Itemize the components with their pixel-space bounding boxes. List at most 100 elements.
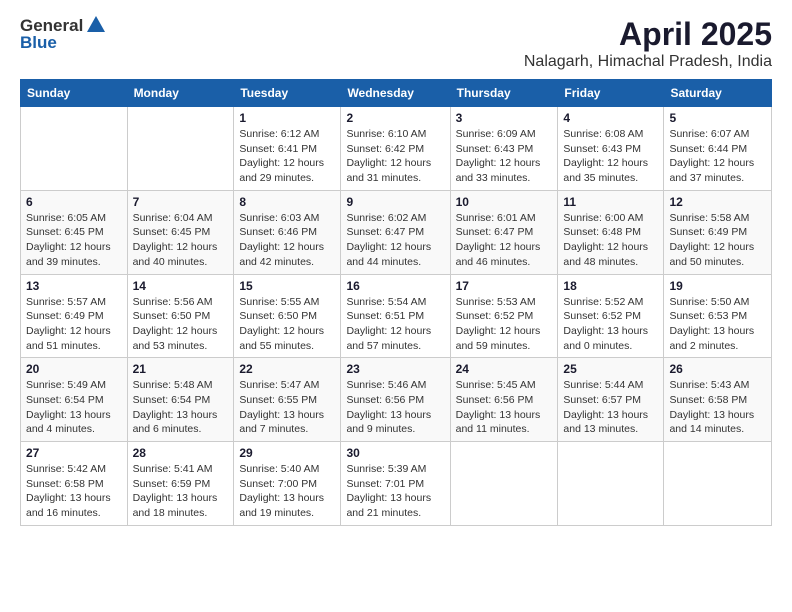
day-info: Sunrise: 5:58 AM Sunset: 6:49 PM Dayligh…	[669, 211, 766, 270]
calendar-week-row: 13 Sunrise: 5:57 AM Sunset: 6:49 PM Dayli…	[21, 274, 772, 358]
calendar-cell: 28 Sunrise: 5:41 AM Sunset: 6:59 PM Dayli…	[127, 442, 234, 526]
calendar-cell: 10 Sunrise: 6:01 AM Sunset: 6:47 PM Dayli…	[450, 190, 558, 274]
calendar-cell: 29 Sunrise: 5:40 AM Sunset: 7:00 PM Dayli…	[234, 442, 341, 526]
calendar-cell: 26 Sunrise: 5:43 AM Sunset: 6:58 PM Dayli…	[664, 358, 772, 442]
day-info: Sunrise: 6:03 AM Sunset: 6:46 PM Dayligh…	[239, 211, 335, 270]
calendar-cell: 24 Sunrise: 5:45 AM Sunset: 6:56 PM Dayli…	[450, 358, 558, 442]
col-wednesday: Wednesday	[341, 80, 450, 107]
calendar-cell: 5Sunrise: 6:07 AM Sunset: 6:44 PM Daylig…	[664, 107, 772, 191]
calendar-cell	[450, 442, 558, 526]
day-info: Sunrise: 5:53 AM Sunset: 6:52 PM Dayligh…	[456, 295, 553, 354]
col-sunday: Sunday	[21, 80, 128, 107]
day-number: 24	[456, 362, 553, 376]
day-info: Sunrise: 5:39 AM Sunset: 7:01 PM Dayligh…	[346, 462, 444, 521]
day-info: Sunrise: 6:05 AM Sunset: 6:45 PM Dayligh…	[26, 211, 122, 270]
day-info: Sunrise: 5:45 AM Sunset: 6:56 PM Dayligh…	[456, 378, 553, 437]
day-info: Sunrise: 6:02 AM Sunset: 6:47 PM Dayligh…	[346, 211, 444, 270]
calendar-cell	[558, 442, 664, 526]
day-number: 27	[26, 446, 122, 460]
day-info: Sunrise: 5:57 AM Sunset: 6:49 PM Dayligh…	[26, 295, 122, 354]
day-info: Sunrise: 5:44 AM Sunset: 6:57 PM Dayligh…	[563, 378, 658, 437]
calendar-cell: 20 Sunrise: 5:49 AM Sunset: 6:54 PM Dayli…	[21, 358, 128, 442]
day-number: 26	[669, 362, 766, 376]
calendar-cell: 19 Sunrise: 5:50 AM Sunset: 6:53 PM Dayli…	[664, 274, 772, 358]
calendar-cell: 30 Sunrise: 5:39 AM Sunset: 7:01 PM Dayli…	[341, 442, 450, 526]
calendar-cell	[21, 107, 128, 191]
col-thursday: Thursday	[450, 80, 558, 107]
calendar-week-row: 6 Sunrise: 6:05 AM Sunset: 6:45 PM Daylig…	[21, 190, 772, 274]
calendar-cell: 16 Sunrise: 5:54 AM Sunset: 6:51 PM Dayli…	[341, 274, 450, 358]
day-info: Sunrise: 6:08 AM Sunset: 6:43 PM Dayligh…	[563, 127, 658, 186]
day-number: 3	[456, 111, 553, 125]
calendar-week-row: 1Sunrise: 6:12 AM Sunset: 6:41 PM Daylig…	[21, 107, 772, 191]
col-saturday: Saturday	[664, 80, 772, 107]
day-info: Sunrise: 6:10 AM Sunset: 6:42 PM Dayligh…	[346, 127, 444, 186]
day-number: 20	[26, 362, 122, 376]
calendar-week-row: 20 Sunrise: 5:49 AM Sunset: 6:54 PM Dayli…	[21, 358, 772, 442]
calendar-cell: 22Sunrise: 5:47 AM Sunset: 6:55 PM Dayli…	[234, 358, 341, 442]
day-info: Sunrise: 5:56 AM Sunset: 6:50 PM Dayligh…	[133, 295, 229, 354]
calendar-week-row: 27 Sunrise: 5:42 AM Sunset: 6:58 PM Dayli…	[21, 442, 772, 526]
day-number: 30	[346, 446, 444, 460]
header-row: Sunday Monday Tuesday Wednesday Thursday…	[21, 80, 772, 107]
day-number: 25	[563, 362, 658, 376]
calendar-cell: 14Sunrise: 5:56 AM Sunset: 6:50 PM Dayli…	[127, 274, 234, 358]
day-number: 4	[563, 111, 658, 125]
day-info: Sunrise: 6:09 AM Sunset: 6:43 PM Dayligh…	[456, 127, 553, 186]
day-info: Sunrise: 5:40 AM Sunset: 7:00 PM Dayligh…	[239, 462, 335, 521]
day-number: 16	[346, 279, 444, 293]
subtitle: Nalagarh, Himachal Pradesh, India	[524, 53, 772, 71]
calendar-cell: 8 Sunrise: 6:03 AM Sunset: 6:46 PM Daylig…	[234, 190, 341, 274]
header: General Blue April 2025 Nalagarh, Himach…	[20, 16, 772, 71]
page: General Blue April 2025 Nalagarh, Himach…	[0, 0, 792, 542]
col-tuesday: Tuesday	[234, 80, 341, 107]
day-info: Sunrise: 5:52 AM Sunset: 6:52 PM Dayligh…	[563, 295, 658, 354]
calendar-cell: 27 Sunrise: 5:42 AM Sunset: 6:58 PM Dayli…	[21, 442, 128, 526]
calendar-body: 1Sunrise: 6:12 AM Sunset: 6:41 PM Daylig…	[21, 107, 772, 526]
day-info: Sunrise: 6:04 AM Sunset: 6:45 PM Dayligh…	[133, 211, 229, 270]
calendar-cell: 25 Sunrise: 5:44 AM Sunset: 6:57 PM Dayli…	[558, 358, 664, 442]
day-info: Sunrise: 5:43 AM Sunset: 6:58 PM Dayligh…	[669, 378, 766, 437]
day-number: 15	[239, 279, 335, 293]
calendar-cell	[664, 442, 772, 526]
logo-blue-text: Blue	[20, 34, 107, 53]
day-number: 8	[239, 195, 335, 209]
day-number: 12	[669, 195, 766, 209]
day-info: Sunrise: 5:50 AM Sunset: 6:53 PM Dayligh…	[669, 295, 766, 354]
day-info: Sunrise: 5:55 AM Sunset: 6:50 PM Dayligh…	[239, 295, 335, 354]
day-number: 29	[239, 446, 335, 460]
main-title: April 2025	[524, 16, 772, 53]
day-info: Sunrise: 6:01 AM Sunset: 6:47 PM Dayligh…	[456, 211, 553, 270]
day-info: Sunrise: 5:49 AM Sunset: 6:54 PM Dayligh…	[26, 378, 122, 437]
calendar-cell: 13 Sunrise: 5:57 AM Sunset: 6:49 PM Dayli…	[21, 274, 128, 358]
calendar-cell: 7 Sunrise: 6:04 AM Sunset: 6:45 PM Daylig…	[127, 190, 234, 274]
calendar-cell: 4 Sunrise: 6:08 AM Sunset: 6:43 PM Daylig…	[558, 107, 664, 191]
day-info: Sunrise: 5:41 AM Sunset: 6:59 PM Dayligh…	[133, 462, 229, 521]
day-number: 21	[133, 362, 229, 376]
calendar-cell: 15 Sunrise: 5:55 AM Sunset: 6:50 PM Dayli…	[234, 274, 341, 358]
day-number: 1	[239, 111, 335, 125]
col-monday: Monday	[127, 80, 234, 107]
calendar-cell: 3 Sunrise: 6:09 AM Sunset: 6:43 PM Daylig…	[450, 107, 558, 191]
day-info: Sunrise: 5:48 AM Sunset: 6:54 PM Dayligh…	[133, 378, 229, 437]
day-number: 28	[133, 446, 229, 460]
day-number: 19	[669, 279, 766, 293]
calendar-cell	[127, 107, 234, 191]
day-number: 2	[346, 111, 444, 125]
calendar-header: Sunday Monday Tuesday Wednesday Thursday…	[21, 80, 772, 107]
title-block: April 2025 Nalagarh, Himachal Pradesh, I…	[524, 16, 772, 71]
day-number: 6	[26, 195, 122, 209]
calendar-cell: 11Sunrise: 6:00 AM Sunset: 6:48 PM Dayli…	[558, 190, 664, 274]
day-number: 9	[346, 195, 444, 209]
calendar-cell: 12 Sunrise: 5:58 AM Sunset: 6:49 PM Dayli…	[664, 190, 772, 274]
day-number: 10	[456, 195, 553, 209]
day-number: 18	[563, 279, 658, 293]
calendar-cell: 21 Sunrise: 5:48 AM Sunset: 6:54 PM Dayli…	[127, 358, 234, 442]
logo: General Blue	[20, 16, 107, 53]
day-number: 7	[133, 195, 229, 209]
day-info: Sunrise: 5:54 AM Sunset: 6:51 PM Dayligh…	[346, 295, 444, 354]
day-info: Sunrise: 5:42 AM Sunset: 6:58 PM Dayligh…	[26, 462, 122, 521]
day-info: Sunrise: 5:46 AM Sunset: 6:56 PM Dayligh…	[346, 378, 444, 437]
day-number: 13	[26, 279, 122, 293]
col-friday: Friday	[558, 80, 664, 107]
